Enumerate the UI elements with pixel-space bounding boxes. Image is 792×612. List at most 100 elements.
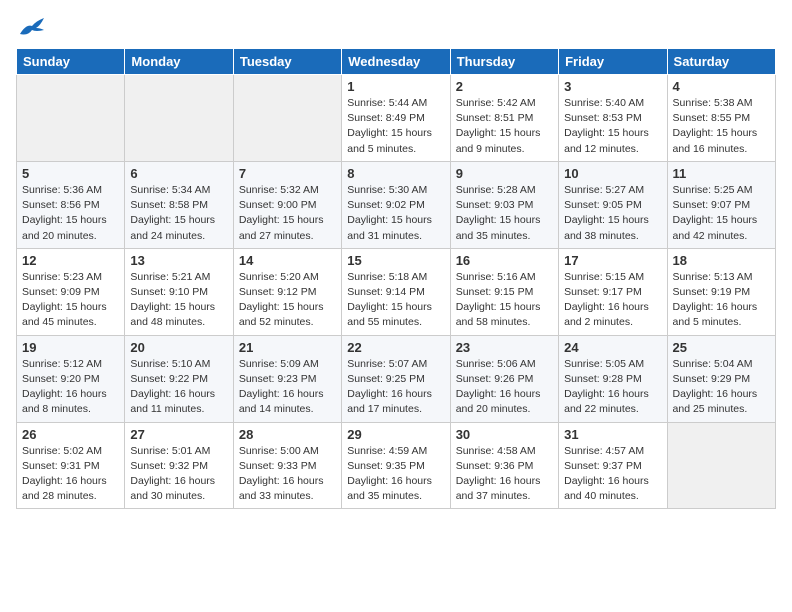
day-info: Sunrise: 4:57 AM Sunset: 9:37 PM Dayligh… — [564, 444, 661, 505]
day-info: Sunrise: 4:58 AM Sunset: 9:36 PM Dayligh… — [456, 444, 553, 505]
calendar-day-cell — [233, 75, 341, 162]
weekday-header-cell: Friday — [559, 49, 667, 75]
day-number: 22 — [347, 340, 444, 355]
calendar-day-cell: 22 Sunrise: 5:07 AM Sunset: 9:25 PM Dayli… — [342, 335, 450, 422]
day-info: Sunrise: 4:59 AM Sunset: 9:35 PM Dayligh… — [347, 444, 444, 505]
day-number: 30 — [456, 427, 553, 442]
day-info: Sunrise: 5:13 AM Sunset: 9:19 PM Dayligh… — [673, 270, 770, 331]
calendar-day-cell: 7 Sunrise: 5:32 AM Sunset: 9:00 PM Daylig… — [233, 161, 341, 248]
calendar-day-cell: 20 Sunrise: 5:10 AM Sunset: 9:22 PM Dayli… — [125, 335, 233, 422]
day-number: 21 — [239, 340, 336, 355]
day-number: 17 — [564, 253, 661, 268]
day-info: Sunrise: 5:32 AM Sunset: 9:00 PM Dayligh… — [239, 183, 336, 244]
day-info: Sunrise: 5:12 AM Sunset: 9:20 PM Dayligh… — [22, 357, 119, 418]
day-info: Sunrise: 5:27 AM Sunset: 9:05 PM Dayligh… — [564, 183, 661, 244]
day-info: Sunrise: 5:38 AM Sunset: 8:55 PM Dayligh… — [673, 96, 770, 157]
day-number: 7 — [239, 166, 336, 181]
calendar-day-cell — [17, 75, 125, 162]
weekday-header-cell: Thursday — [450, 49, 558, 75]
calendar-table: SundayMondayTuesdayWednesdayThursdayFrid… — [16, 48, 776, 509]
day-info: Sunrise: 5:28 AM Sunset: 9:03 PM Dayligh… — [456, 183, 553, 244]
day-info: Sunrise: 5:06 AM Sunset: 9:26 PM Dayligh… — [456, 357, 553, 418]
page-header — [16, 16, 776, 38]
day-number: 4 — [673, 79, 770, 94]
calendar-day-cell: 11Sunrise: 5:25 AM Sunset: 9:07 PM Dayli… — [667, 161, 775, 248]
day-number: 6 — [130, 166, 227, 181]
day-number: 10 — [564, 166, 661, 181]
day-number: 11 — [673, 166, 770, 181]
day-number: 19 — [22, 340, 119, 355]
calendar-day-cell: 10 Sunrise: 5:27 AM Sunset: 9:05 PM Dayli… — [559, 161, 667, 248]
day-info: Sunrise: 5:04 AM Sunset: 9:29 PM Dayligh… — [673, 357, 770, 418]
day-number: 3 — [564, 79, 661, 94]
day-info: Sunrise: 5:20 AM Sunset: 9:12 PM Dayligh… — [239, 270, 336, 331]
calendar-day-cell: 19 Sunrise: 5:12 AM Sunset: 9:20 PM Dayli… — [17, 335, 125, 422]
calendar-day-cell: 1 Sunrise: 5:44 AM Sunset: 8:49 PM Daylig… — [342, 75, 450, 162]
day-info: Sunrise: 5:34 AM Sunset: 8:58 PM Dayligh… — [130, 183, 227, 244]
day-number: 23 — [456, 340, 553, 355]
day-info: Sunrise: 5:44 AM Sunset: 8:49 PM Dayligh… — [347, 96, 444, 157]
day-info: Sunrise: 5:01 AM Sunset: 9:32 PM Dayligh… — [130, 444, 227, 505]
calendar-week-row: 1 Sunrise: 5:44 AM Sunset: 8:49 PM Daylig… — [17, 75, 776, 162]
day-number: 24 — [564, 340, 661, 355]
calendar-day-cell: 3Sunrise: 5:40 AM Sunset: 8:53 PM Daylig… — [559, 75, 667, 162]
day-info: Sunrise: 5:23 AM Sunset: 9:09 PM Dayligh… — [22, 270, 119, 331]
calendar-day-cell: 29Sunrise: 4:59 AM Sunset: 9:35 PM Dayli… — [342, 422, 450, 509]
day-info: Sunrise: 5:09 AM Sunset: 9:23 PM Dayligh… — [239, 357, 336, 418]
calendar-day-cell: 23 Sunrise: 5:06 AM Sunset: 9:26 PM Dayli… — [450, 335, 558, 422]
day-info: Sunrise: 5:42 AM Sunset: 8:51 PM Dayligh… — [456, 96, 553, 157]
day-info: Sunrise: 5:36 AM Sunset: 8:56 PM Dayligh… — [22, 183, 119, 244]
day-info: Sunrise: 5:05 AM Sunset: 9:28 PM Dayligh… — [564, 357, 661, 418]
day-info: Sunrise: 5:30 AM Sunset: 9:02 PM Dayligh… — [347, 183, 444, 244]
day-info: Sunrise: 5:15 AM Sunset: 9:17 PM Dayligh… — [564, 270, 661, 331]
day-number: 2 — [456, 79, 553, 94]
day-number: 18 — [673, 253, 770, 268]
day-number: 27 — [130, 427, 227, 442]
calendar-day-cell: 12 Sunrise: 5:23 AM Sunset: 9:09 PM Dayli… — [17, 248, 125, 335]
calendar-week-row: 5 Sunrise: 5:36 AM Sunset: 8:56 PM Daylig… — [17, 161, 776, 248]
calendar-day-cell: 28Sunrise: 5:00 AM Sunset: 9:33 PM Dayli… — [233, 422, 341, 509]
day-info: Sunrise: 5:02 AM Sunset: 9:31 PM Dayligh… — [22, 444, 119, 505]
calendar-day-cell: 25 Sunrise: 5:04 AM Sunset: 9:29 PM Dayli… — [667, 335, 775, 422]
day-info: Sunrise: 5:16 AM Sunset: 9:15 PM Dayligh… — [456, 270, 553, 331]
calendar-day-cell: 9 Sunrise: 5:28 AM Sunset: 9:03 PM Daylig… — [450, 161, 558, 248]
calendar-week-row: 12 Sunrise: 5:23 AM Sunset: 9:09 PM Dayli… — [17, 248, 776, 335]
logo — [16, 16, 46, 38]
day-number: 12 — [22, 253, 119, 268]
day-info: Sunrise: 5:07 AM Sunset: 9:25 PM Dayligh… — [347, 357, 444, 418]
calendar-day-cell: 8 Sunrise: 5:30 AM Sunset: 9:02 PM Daylig… — [342, 161, 450, 248]
day-number: 8 — [347, 166, 444, 181]
calendar-day-cell — [125, 75, 233, 162]
weekday-header-cell: Wednesday — [342, 49, 450, 75]
day-number: 26 — [22, 427, 119, 442]
day-info: Sunrise: 5:10 AM Sunset: 9:22 PM Dayligh… — [130, 357, 227, 418]
calendar-day-cell: 17 Sunrise: 5:15 AM Sunset: 9:17 PM Dayli… — [559, 248, 667, 335]
day-number: 28 — [239, 427, 336, 442]
weekday-header-cell: Tuesday — [233, 49, 341, 75]
weekday-header-cell: Monday — [125, 49, 233, 75]
day-number: 25 — [673, 340, 770, 355]
weekday-header-row: SundayMondayTuesdayWednesdayThursdayFrid… — [17, 49, 776, 75]
calendar-week-row: 19 Sunrise: 5:12 AM Sunset: 9:20 PM Dayli… — [17, 335, 776, 422]
calendar-day-cell: 27 Sunrise: 5:01 AM Sunset: 9:32 PM Dayli… — [125, 422, 233, 509]
day-number: 13 — [130, 253, 227, 268]
day-number: 5 — [22, 166, 119, 181]
weekday-header-cell: Saturday — [667, 49, 775, 75]
day-info: Sunrise: 5:21 AM Sunset: 9:10 PM Dayligh… — [130, 270, 227, 331]
calendar-day-cell: 2 Sunrise: 5:42 AM Sunset: 8:51 PM Daylig… — [450, 75, 558, 162]
day-number: 20 — [130, 340, 227, 355]
calendar-day-cell: 30 Sunrise: 4:58 AM Sunset: 9:36 PM Dayli… — [450, 422, 558, 509]
calendar-day-cell: 21 Sunrise: 5:09 AM Sunset: 9:23 PM Dayli… — [233, 335, 341, 422]
calendar-day-cell: 26 Sunrise: 5:02 AM Sunset: 9:31 PM Dayli… — [17, 422, 125, 509]
calendar-day-cell: 4 Sunrise: 5:38 AM Sunset: 8:55 PM Daylig… — [667, 75, 775, 162]
day-number: 1 — [347, 79, 444, 94]
calendar-day-cell: 15Sunrise: 5:18 AM Sunset: 9:14 PM Dayli… — [342, 248, 450, 335]
day-number: 9 — [456, 166, 553, 181]
logo-bird-icon — [18, 16, 46, 38]
calendar-day-cell: 24 Sunrise: 5:05 AM Sunset: 9:28 PM Dayli… — [559, 335, 667, 422]
day-number: 14 — [239, 253, 336, 268]
calendar-day-cell: 18 Sunrise: 5:13 AM Sunset: 9:19 PM Dayli… — [667, 248, 775, 335]
calendar-day-cell — [667, 422, 775, 509]
calendar-day-cell: 31Sunrise: 4:57 AM Sunset: 9:37 PM Dayli… — [559, 422, 667, 509]
calendar-day-cell: 5 Sunrise: 5:36 AM Sunset: 8:56 PM Daylig… — [17, 161, 125, 248]
